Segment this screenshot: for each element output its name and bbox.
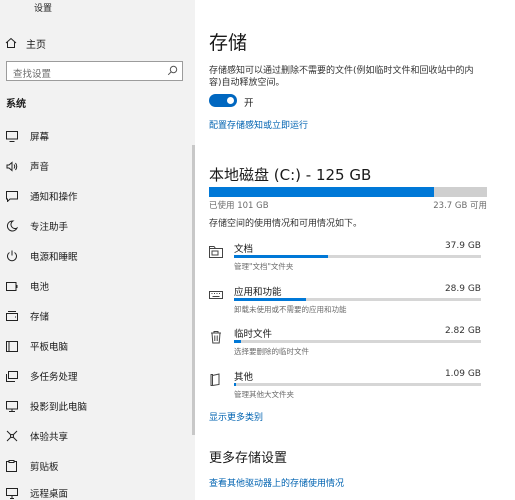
- monitor-icon: [5, 130, 18, 143]
- disk-usage-fill: [209, 187, 435, 197]
- category-usage-fill: [234, 255, 328, 258]
- sidebar: 设置 主页 查找设置 系统 屏幕 声音 通知和操作 专注助手 电源和睡眠 电池 …: [0, 0, 195, 500]
- category-usage-bar: [234, 255, 481, 258]
- project-icon: [5, 400, 18, 413]
- disk-title: 本地磁盘 (C:) - 125 GB: [209, 166, 372, 184]
- category-other[interactable]: 其他 1.09 GB 管理其他大文件夹: [209, 369, 481, 405]
- sidebar-item-tablet[interactable]: 平板电脑: [5, 339, 68, 353]
- storage-sense-description: 存储感知可以通过删除不需要的文件(例如临时文件和回收站中的内容)自动释放空间。: [209, 66, 474, 88]
- home-icon: [5, 37, 17, 48]
- category-name: 文档: [234, 244, 254, 255]
- category-size: 28.9 GB: [444, 284, 481, 294]
- disk-usage-bar: [209, 187, 487, 197]
- sidebar-item-label: 电源和睡眠: [30, 252, 78, 263]
- section-title: 系统: [6, 99, 26, 110]
- share-icon: [5, 430, 18, 443]
- sidebar-item-label: 专注助手: [30, 222, 69, 233]
- documents-icon: [209, 246, 223, 258]
- home-label: 主页: [26, 39, 46, 51]
- multitask-icon: [5, 370, 18, 383]
- category-name: 临时文件: [234, 329, 273, 340]
- sidebar-item-remote-desktop[interactable]: 远程桌面: [5, 486, 68, 500]
- other-drives-link[interactable]: 查看其他驱动器上的存储使用情况: [209, 476, 344, 489]
- storage-sense-toggle[interactable]: [209, 94, 237, 107]
- trash-icon: [211, 331, 221, 344]
- app-title: 设置: [34, 4, 53, 14]
- sidebar-item-label: 投影到此电脑: [30, 402, 88, 413]
- category-description: 管理"文档"文件夹: [234, 262, 294, 271]
- sidebar-item-display[interactable]: 屏幕: [5, 129, 49, 143]
- sidebar-item-label: 声音: [30, 162, 50, 173]
- category-documents[interactable]: 文档 37.9 GB 管理"文档"文件夹: [209, 241, 481, 277]
- moon-icon: [5, 220, 18, 233]
- sidebar-item-focus-assist[interactable]: 专注助手: [5, 219, 68, 233]
- sidebar-item-label: 远程桌面: [30, 489, 69, 500]
- sidebar-item-storage[interactable]: 存储: [5, 309, 49, 323]
- sidebar-item-label: 屏幕: [30, 132, 50, 143]
- category-size: 37.9 GB: [444, 241, 481, 251]
- category-size: 2.82 GB: [444, 326, 481, 336]
- category-name: 其他: [234, 372, 254, 383]
- category-description: 选择要删除的临时文件: [234, 347, 309, 356]
- sidebar-item-multitasking[interactable]: 多任务处理: [5, 369, 78, 383]
- sidebar-item-label: 通知和操作: [30, 192, 78, 203]
- search-input[interactable]: 查找设置: [6, 61, 183, 81]
- category-usage-fill: [234, 298, 306, 301]
- power-icon: [5, 250, 18, 263]
- book-icon: [210, 373, 220, 386]
- category-usage-bar: [234, 340, 481, 343]
- battery-icon: [5, 280, 18, 293]
- disk-available-label: 23.7 GB 可用: [433, 201, 487, 211]
- sidebar-item-label: 多任务处理: [30, 372, 78, 383]
- category-description: 卸载未使用或不需要的应用和功能: [234, 305, 347, 314]
- category-usage-fill: [234, 340, 242, 343]
- sidebar-item-power[interactable]: 电源和睡眠: [5, 249, 78, 263]
- configure-storage-sense-link[interactable]: 配置存储感知或立即运行: [209, 118, 308, 131]
- sidebar-item-label: 存储: [30, 312, 50, 323]
- toggle-state-label: 开: [244, 98, 254, 109]
- message-icon: [5, 190, 18, 203]
- sidebar-item-label: 体验共享: [30, 432, 69, 443]
- storage-icon: [5, 310, 18, 323]
- category-usage-bar: [234, 383, 481, 386]
- disk-used-label: 已使用 101 GB: [209, 201, 269, 211]
- clipboard-icon: [5, 460, 18, 473]
- category-temp-files[interactable]: 临时文件 2.82 GB 选择要删除的临时文件: [209, 326, 481, 362]
- sidebar-item-label: 电池: [30, 282, 50, 293]
- category-description: 管理其他大文件夹: [234, 390, 294, 399]
- sidebar-item-clipboard[interactable]: 剪贴板: [5, 459, 59, 473]
- usage-description: 存储空间的使用情况和可用情况如下。: [209, 219, 363, 229]
- search-placeholder: 查找设置: [13, 69, 52, 80]
- sidebar-item-shared-experiences[interactable]: 体验共享: [5, 429, 68, 443]
- toggle-knob: [227, 97, 234, 104]
- home-button[interactable]: 主页: [5, 36, 46, 51]
- tablet-icon: [5, 340, 18, 353]
- sidebar-item-battery[interactable]: 电池: [5, 279, 49, 293]
- sidebar-item-label: 平板电脑: [30, 342, 69, 353]
- sidebar-item-notifications[interactable]: 通知和操作: [5, 189, 78, 203]
- search-icon: [167, 65, 178, 76]
- category-size: 1.09 GB: [444, 369, 481, 379]
- remote-icon: [5, 487, 18, 500]
- sidebar-item-project[interactable]: 投影到此电脑: [5, 399, 87, 413]
- keyboard-icon: [209, 291, 223, 299]
- main-panel: 存储 存储感知可以通过删除不需要的文件(例如临时文件和回收站中的内容)自动释放空…: [195, 0, 515, 500]
- category-usage-bar: [234, 298, 481, 301]
- sidebar-item-sound[interactable]: 声音: [5, 159, 49, 173]
- speaker-icon: [5, 160, 18, 173]
- category-usage-fill: [234, 383, 237, 386]
- category-name: 应用和功能: [234, 287, 282, 298]
- show-more-categories-link[interactable]: 显示更多类别: [209, 410, 263, 423]
- page-title: 存储: [209, 32, 248, 54]
- category-apps[interactable]: 应用和功能 28.9 GB 卸载未使用或不需要的应用和功能: [209, 284, 481, 320]
- more-settings-title: 更多存储设置: [209, 451, 288, 466]
- sidebar-item-label: 剪贴板: [30, 462, 59, 473]
